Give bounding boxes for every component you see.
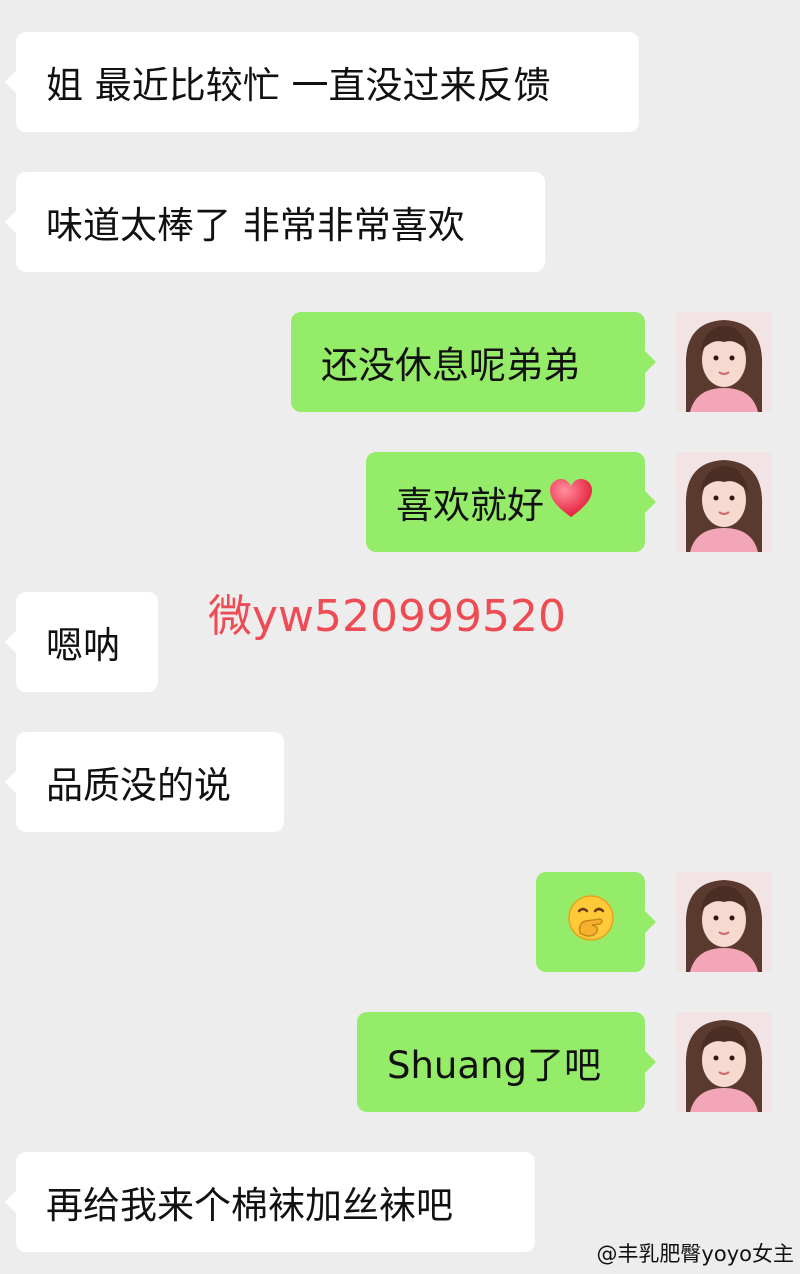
watermark-text: 微yw520999520	[208, 591, 566, 642]
message-bubble-incoming[interactable]: 嗯呐	[5, 592, 158, 692]
message-bubble-incoming[interactable]: 姐 最近比较忙 一直没过来反馈	[5, 32, 639, 132]
red-heart-icon	[548, 477, 594, 528]
credit-watermark: @丰乳肥臀yoyo女主	[596, 1242, 794, 1266]
user-avatar-icon	[676, 1012, 772, 1112]
hand-over-mouth-face-icon	[566, 893, 616, 952]
message-text: Shuang了吧	[387, 1044, 601, 1087]
user-avatar-icon	[676, 872, 772, 972]
avatar[interactable]	[676, 1012, 772, 1112]
message-text: 再给我来个棉袜加丝袜吧	[46, 1184, 453, 1227]
message-text: 味道太棒了 非常非常喜欢	[46, 204, 465, 247]
user-avatar-icon	[676, 452, 772, 552]
message-bubble-outgoing[interactable]: 喜欢就好	[366, 452, 656, 552]
message-bubble-outgoing[interactable]	[536, 872, 656, 972]
avatar[interactable]	[676, 872, 772, 972]
message-bubble-incoming[interactable]: 品质没的说	[5, 732, 284, 832]
message-text: 还没休息呢弟弟	[321, 344, 580, 387]
avatar[interactable]	[676, 312, 772, 412]
avatar[interactable]	[676, 452, 772, 552]
message-text: 品质没的说	[46, 764, 231, 807]
user-avatar-icon	[676, 312, 772, 412]
message-text: 姐 最近比较忙 一直没过来反馈	[46, 64, 551, 107]
message-text: 嗯呐	[46, 624, 120, 667]
message-bubble-incoming[interactable]: 再给我来个棉袜加丝袜吧	[5, 1152, 535, 1252]
message-bubble-incoming[interactable]: 味道太棒了 非常非常喜欢	[5, 172, 545, 272]
message-bubble-outgoing[interactable]: 还没休息呢弟弟	[291, 312, 656, 412]
message-text: 喜欢就好	[396, 484, 544, 527]
message-bubble-outgoing[interactable]: Shuang了吧	[357, 1012, 656, 1112]
